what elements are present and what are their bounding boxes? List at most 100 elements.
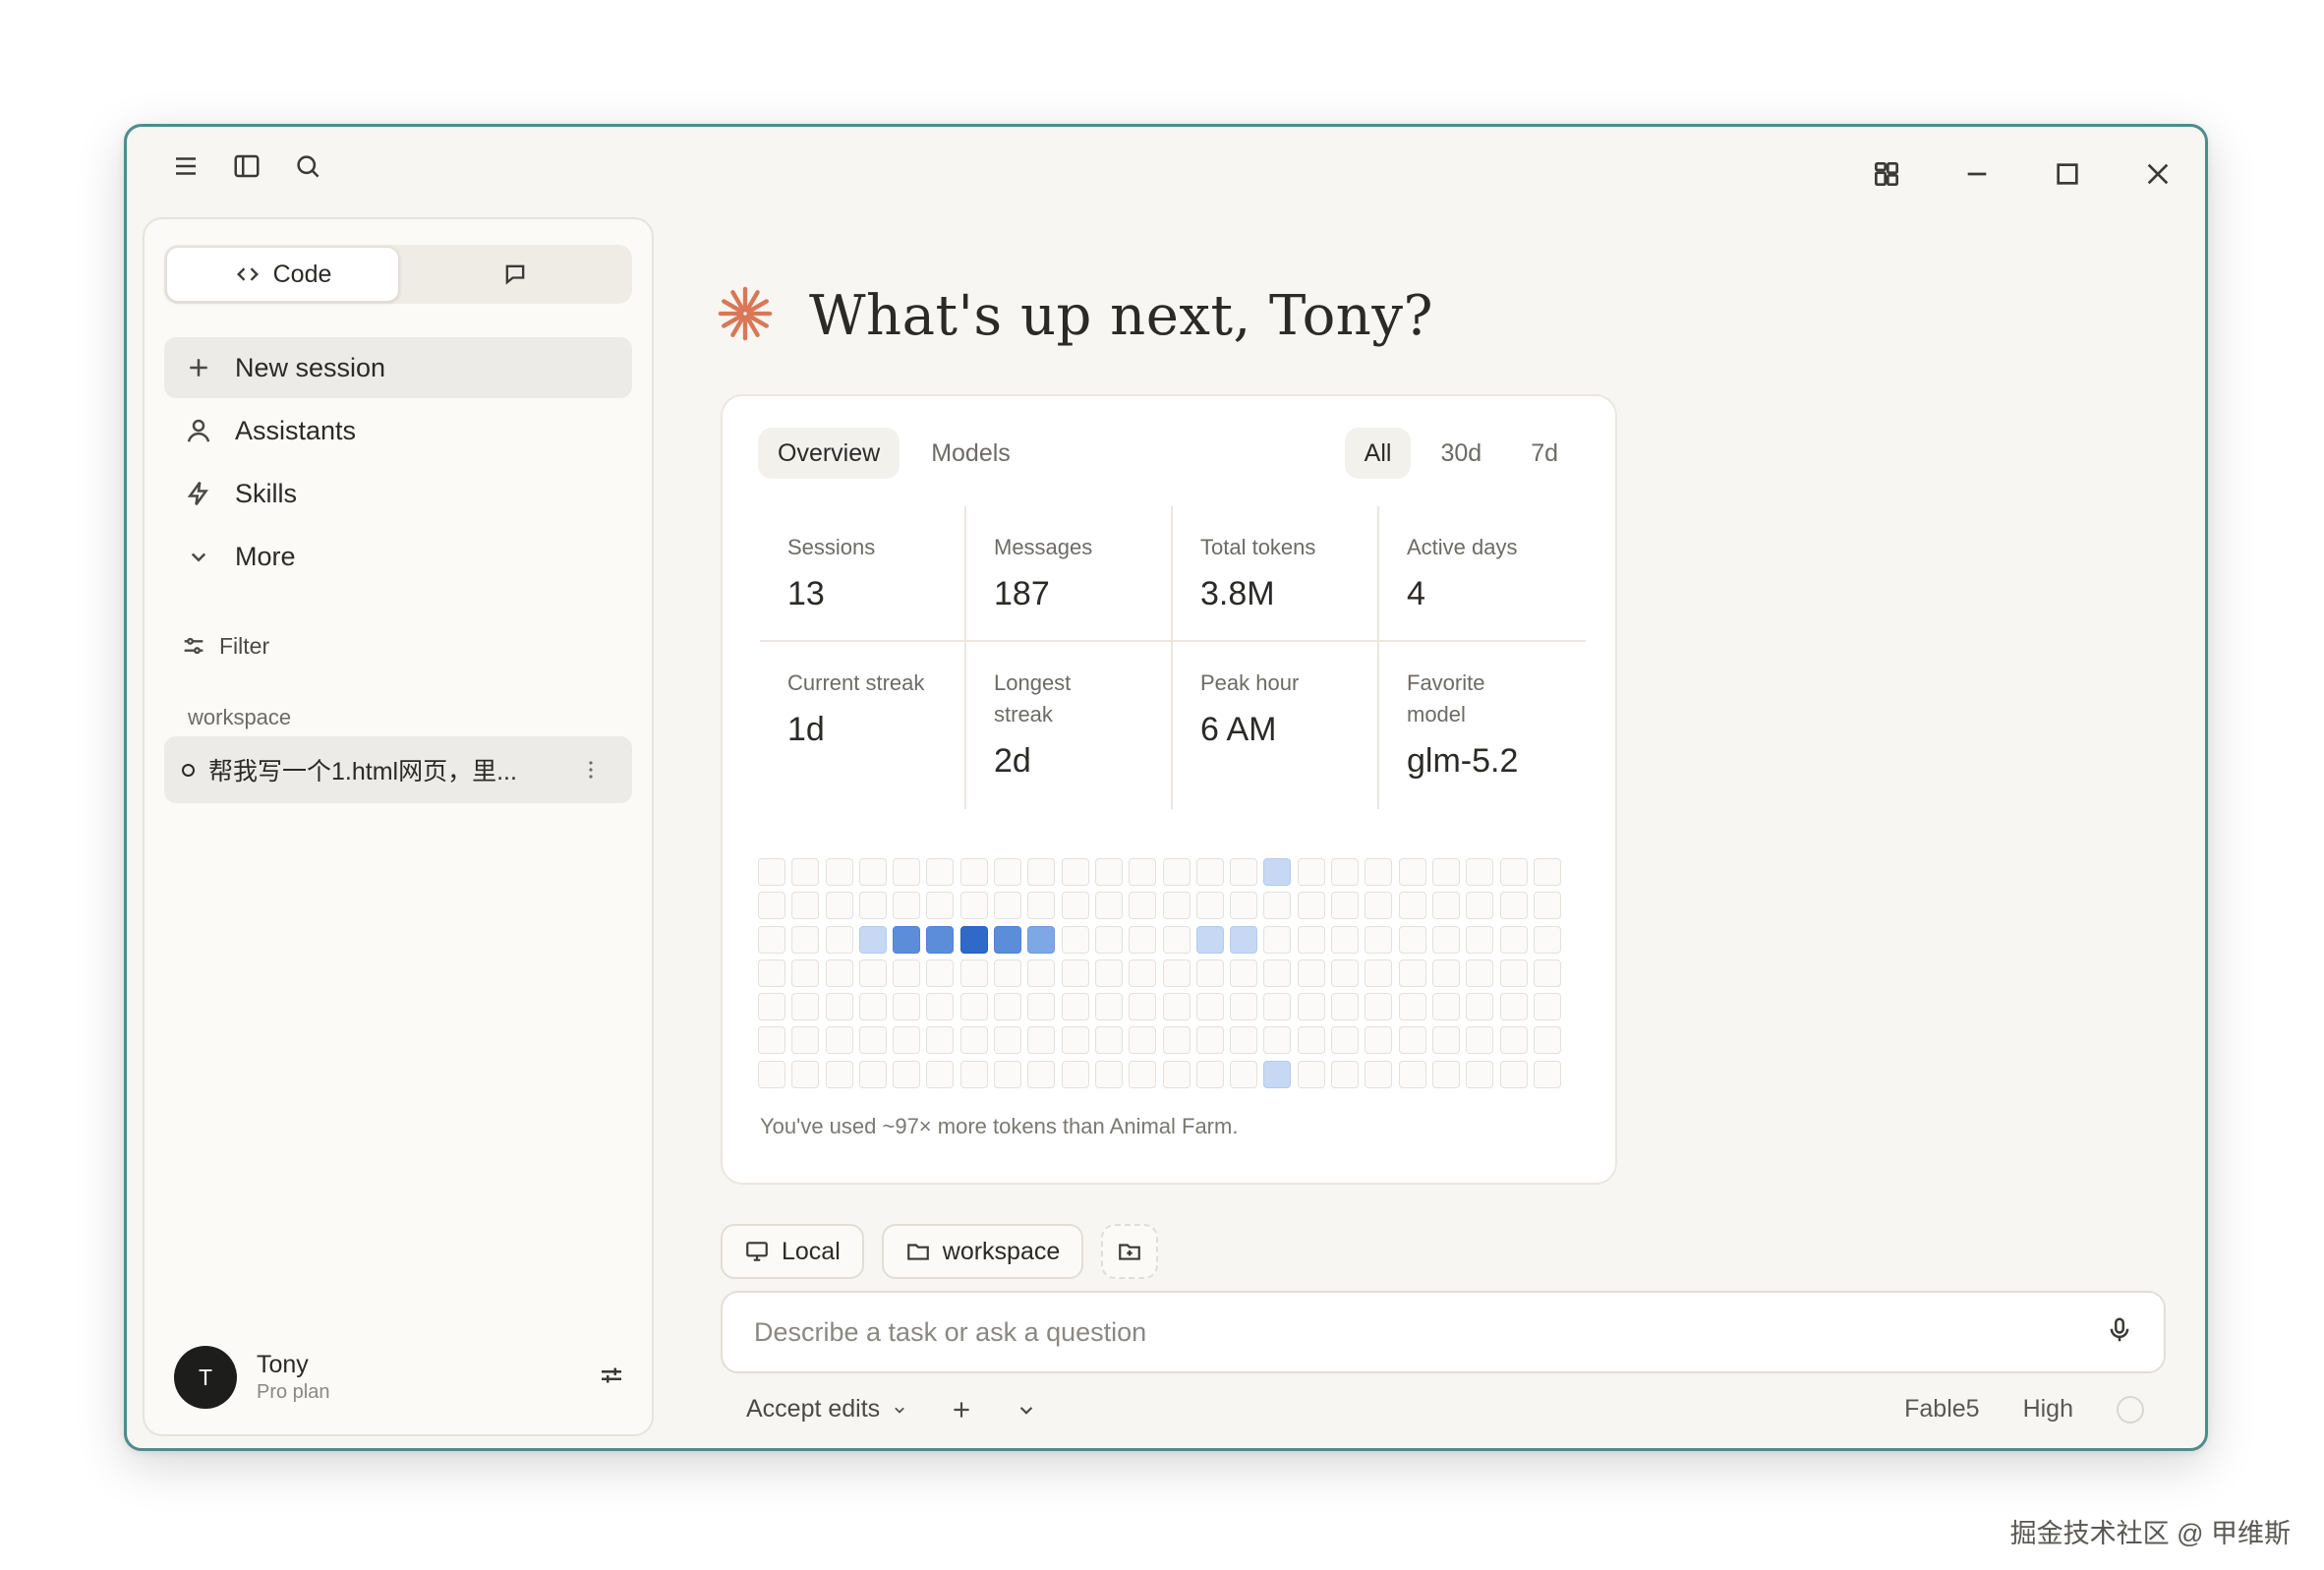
filter-button[interactable]: Filter [180, 632, 269, 660]
local-label: Local [782, 1237, 841, 1265]
heatmap-cell [1297, 892, 1325, 920]
heatmap-cell [1195, 1026, 1224, 1055]
local-environment-button[interactable]: Local [721, 1224, 864, 1279]
heatmap-cell [825, 1060, 853, 1088]
heatmap-row [758, 892, 1561, 920]
heatmap-cell [1263, 892, 1292, 920]
user-plan: Pro plan [257, 1381, 330, 1403]
heatmap-cell [1162, 1060, 1191, 1088]
heatmap-cell [825, 993, 853, 1021]
heatmap-cell [1431, 1026, 1460, 1055]
filter-label: Filter [219, 632, 270, 659]
heatmap-cell [825, 858, 853, 886]
heatmap-cell [994, 1026, 1022, 1055]
heatmap-cell [1466, 959, 1494, 987]
heatmap-cell [1499, 1026, 1528, 1055]
heatmap-cell [758, 925, 785, 954]
sidebar-item-assistants[interactable]: Assistants [164, 400, 632, 461]
sidebar-item-new-session[interactable]: New session [164, 337, 632, 398]
tab-models[interactable]: Models [911, 428, 1030, 479]
menu-icon[interactable] [168, 148, 203, 184]
heatmap-cell [1263, 925, 1292, 954]
tab-overview[interactable]: Overview [758, 428, 901, 479]
sidebar-item-label: Assistants [235, 415, 357, 445]
sidebar-nav: New session Assistants Skills More [164, 337, 632, 589]
heatmap-cell [994, 925, 1022, 954]
sidebar-toggle-icon[interactable] [229, 148, 264, 184]
heatmap-cell [1195, 858, 1224, 886]
search-icon[interactable] [290, 148, 325, 184]
heatmap-cell [858, 892, 887, 920]
heatmap-cell [1398, 993, 1426, 1021]
prompt-toolbar-left: Accept edits [746, 1395, 1039, 1424]
heatmap-cell [959, 993, 988, 1021]
maximize-icon[interactable] [2050, 156, 2085, 192]
heatmap-cell [1061, 1026, 1089, 1055]
heatmap-cell [1431, 1060, 1460, 1088]
add-attachment-button[interactable] [949, 1397, 974, 1423]
folder-plus-icon [1119, 1244, 1141, 1260]
metric-value: 3.8M [1200, 575, 1275, 612]
heatmap-cell [1398, 959, 1426, 987]
code-icon [236, 267, 259, 281]
heatmap-cell [758, 1026, 785, 1055]
chat-mode-button[interactable] [399, 247, 630, 302]
minimize-icon[interactable] [1959, 156, 1995, 192]
heatmap-cell [1129, 925, 1157, 954]
heatmap-cell [1533, 858, 1561, 886]
heatmap-cell [858, 1026, 887, 1055]
range-7d[interactable]: 7d [1511, 428, 1578, 479]
sidebar-item-label: Skills [235, 478, 298, 508]
heatmap-cell [1365, 925, 1393, 954]
heatmap-row [758, 959, 1561, 987]
heatmap-cell [926, 993, 955, 1021]
heatmap-cell [1230, 892, 1258, 920]
heatmap-cell [791, 925, 820, 954]
heatmap-cell [1094, 892, 1123, 920]
more-vertical-icon[interactable] [575, 754, 607, 785]
accept-edits-dropdown[interactable]: Accept edits [746, 1395, 909, 1424]
layout-grid-icon[interactable] [1869, 156, 1904, 192]
heatmap-cell [1533, 959, 1561, 987]
metric-label: Active days [1407, 535, 1518, 559]
heatmap-cell [791, 993, 820, 1021]
more-options-dropdown[interactable] [1014, 1397, 1039, 1423]
effort-selector[interactable]: High [2023, 1395, 2073, 1424]
model-selector[interactable]: Fable5 [1904, 1395, 1979, 1424]
session-list-item[interactable]: 帮我写一个1.html网页，里... [164, 736, 632, 803]
prompt-input[interactable] [754, 1316, 2105, 1348]
heatmap-cell [1331, 959, 1360, 987]
sidebar-item-skills[interactable]: Skills [164, 463, 632, 524]
microphone-icon[interactable] [2105, 1315, 2134, 1350]
heatmap-cell [1162, 925, 1191, 954]
heatmap-cell [1129, 858, 1157, 886]
metric-value: 6 AM [1200, 711, 1277, 748]
accept-edits-label: Accept edits [746, 1395, 881, 1423]
heatmap-cell [1027, 993, 1056, 1021]
sliders-icon [184, 637, 203, 655]
code-mode-label: Code [272, 260, 332, 288]
window-controls [1869, 156, 2176, 192]
heatmap-cell [758, 892, 785, 920]
range-30d[interactable]: 30d [1421, 428, 1501, 479]
sidebar-item-more[interactable]: More [164, 526, 632, 587]
metric-label: Total tokens [1200, 535, 1316, 559]
metric-messages: Messages 187 [966, 506, 1173, 642]
heatmap-cell [1061, 925, 1089, 954]
heatmap-cell [926, 1060, 955, 1088]
heatmap-cell [1195, 925, 1224, 954]
close-icon[interactable] [2140, 156, 2176, 192]
add-folder-button[interactable] [1101, 1224, 1159, 1279]
heatmap-cell [959, 925, 988, 954]
heatmap-cell [959, 1026, 988, 1055]
metric-favorite-model: Favorite model glm-5.2 [1379, 642, 1586, 809]
user-profile[interactable]: T Tony Pro plan [174, 1344, 626, 1411]
code-mode-button[interactable]: Code [166, 247, 399, 302]
settings-sliders-icon[interactable] [597, 1361, 626, 1395]
range-all[interactable]: All [1344, 428, 1412, 479]
heatmap-cell [791, 858, 820, 886]
heatmap-cell [994, 892, 1022, 920]
heatmap-cell [959, 858, 988, 886]
heatmap-cell [1499, 993, 1528, 1021]
workspace-folder-button[interactable]: workspace [881, 1224, 1084, 1279]
